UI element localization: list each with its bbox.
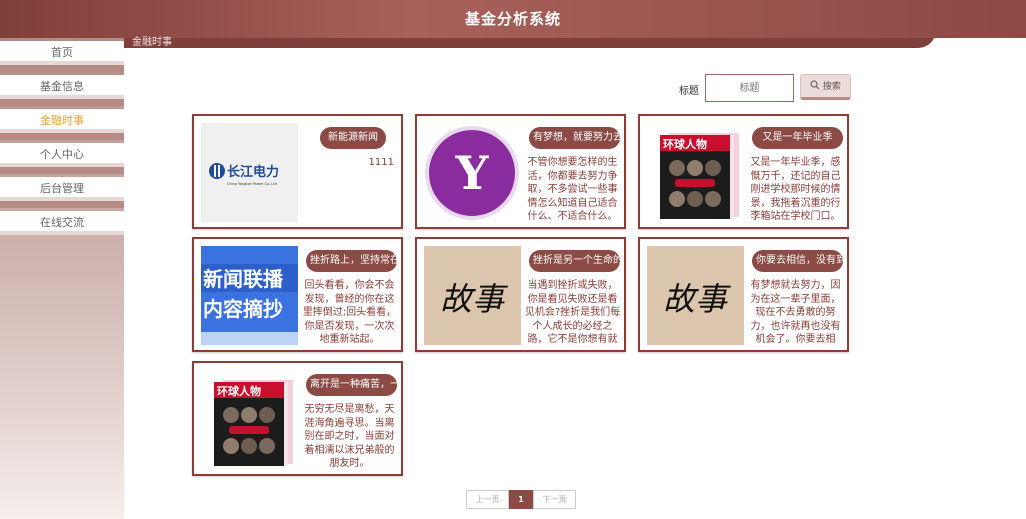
card-summary: 无穷无尽是离愁，天涯海角遍寻思。当离别在即之时，当面对着相濡以沫兄弟般的朋友时。 [304,404,395,469]
calligraphy-image: 故事 [647,246,744,345]
logo-subtext: China Yangtze Power Co.,Ltd [227,182,277,186]
card-summary: 当遇到挫折或失败，你是看见失败还是看见机会?挫折是我们每个人成长的必经之路，它不… [524,280,621,345]
card-title: 又是一年毕业季 [752,127,843,149]
news-card[interactable]: 新闻联播 内容摘抄 挫折路上，坚持常在心间 回头看看，你会不会发现，曾经的你在这… [192,237,403,352]
sidebar: 首页 基金信息 金融时事 个人中心 后台管理 在线交流 [0,38,124,519]
sidebar-item-fund-info[interactable]: 基金信息 [0,75,124,99]
calligraphy-image: 故事 [424,246,521,345]
news-card[interactable]: 长江电力 China Yangtze Power Co.,Ltd 新能源新闻 1… [192,114,403,229]
sidebar-divider [0,133,124,140]
card-title: 新能源新闻 [320,127,386,149]
card-title: 有梦想，就要努力去实现 [529,127,620,149]
logo-text: 长江电力 [227,164,279,180]
prev-page-button[interactable]: 上一页 [466,490,509,509]
news-card[interactable]: 环球人物 离开是一种痛苦，一种勇气，一种无奈 无穷无尽是离愁，天涯海角遍寻思。当… [192,361,403,476]
news-card[interactable]: Y 有梦想，就要努力去实现 不管你想要怎样的生活，你都要去努力争取，不多尝试一些… [415,114,626,229]
card-summary: 有梦想就去努力，因为在这一辈子里面，现在不去勇敢的努力，也许就再也没有机会了。你… [750,280,841,345]
card-title: 挫折是另一个生命的开端 [529,250,620,272]
sidebar-divider [0,201,124,208]
card-thumbnail: 故事 [647,246,744,345]
page-number-button[interactable]: 1 [509,490,533,509]
card-title: 你要去相信，没有到不了的明天 [752,250,843,272]
card-thumbnail: 长江电力 China Yangtze Power Co.,Ltd [201,123,298,222]
card-thumbnail: 故事 [424,246,521,345]
sidebar-divider [0,65,124,72]
banner-line-2: 内容摘抄 [203,297,283,321]
sidebar-item-admin[interactable]: 后台管理 [0,177,124,201]
calligraphy-text: 故事 [663,280,731,318]
breadcrumb: 金融时事 [132,37,172,48]
news-card[interactable]: 故事 挫折是另一个生命的开端 当遇到挫折或失败，你是看见失败还是看见机会?挫折是… [415,237,626,352]
card-title: 挫折路上，坚持常在心间 [306,250,397,272]
magazine-cover: 环球人物 [214,380,293,466]
card-thumbnail: 环球人物 [647,123,744,222]
card-summary: 1111 [368,157,394,168]
sidebar-item-personal-center[interactable]: 个人中心 [0,143,124,167]
search-icon [810,80,820,90]
sidebar-divider [0,167,124,174]
sidebar-item-finance-news[interactable]: 金融时事 [0,109,124,133]
card-thumbnail: 环球人物 [201,370,298,469]
logo-text: Y [455,146,490,200]
logo-text: 环球人物 [663,137,707,151]
changjiang-power-logo: 长江电力 China Yangtze Power Co.,Ltd [209,163,279,186]
calligraphy-text: 故事 [440,280,508,318]
card-summary: 不管你想要怎样的生活，你都要去努力争取，不多尝试一些事情怎么知道自己适合什么、不… [527,157,618,222]
search-button-label: 搜索 [822,82,841,92]
sidebar-divider [0,99,124,106]
card-summary: 回头看看，你会不会发现，曾经的你在这里摔倒过;回头看看，你是否发现，一次次地重新… [302,280,397,345]
search-button[interactable]: 搜索 [800,74,851,100]
next-page-button[interactable]: 下一页 [533,490,576,509]
card-summary: 又是一年毕业季，感慨万千，还记的自己刚进学校那时候的情景，我拖着沉重的行李箱站在… [750,157,841,222]
news-banner: 新闻联播 内容摘抄 [201,246,298,345]
card-title: 离开是一种痛苦，一种勇气，一种无奈 [306,374,397,396]
yahoo-logo: Y [425,126,519,220]
magazine-cover: 环球人物 [660,133,739,219]
card-thumbnail: 新闻联播 内容摘抄 [201,246,298,345]
logo-text: 环球人物 [217,384,261,398]
sidebar-item-home[interactable]: 首页 [0,41,124,65]
search-label: 标题 [679,86,699,97]
sidebar-item-online-chat[interactable]: 在线交流 [0,211,124,235]
app-title: 基金分析系统 [464,10,561,28]
banner-line-1: 新闻联播 [203,267,284,291]
search-input[interactable] [705,74,794,102]
news-card[interactable]: 环球人物 又是一年毕业季 又是一年毕业季，感慨万千，还记的自己刚进学校那时候的情… [638,114,849,229]
news-card[interactable]: 故事 你要去相信，没有到不了的明天 有梦想就去努力，因为在这一辈子里面，现在不去… [638,237,849,352]
page: 基金分析系统 金融时事 首页 基金信息 金融时事 个人中心 后台管理 在线交流 … [0,0,1026,519]
card-thumbnail: Y [424,123,521,222]
